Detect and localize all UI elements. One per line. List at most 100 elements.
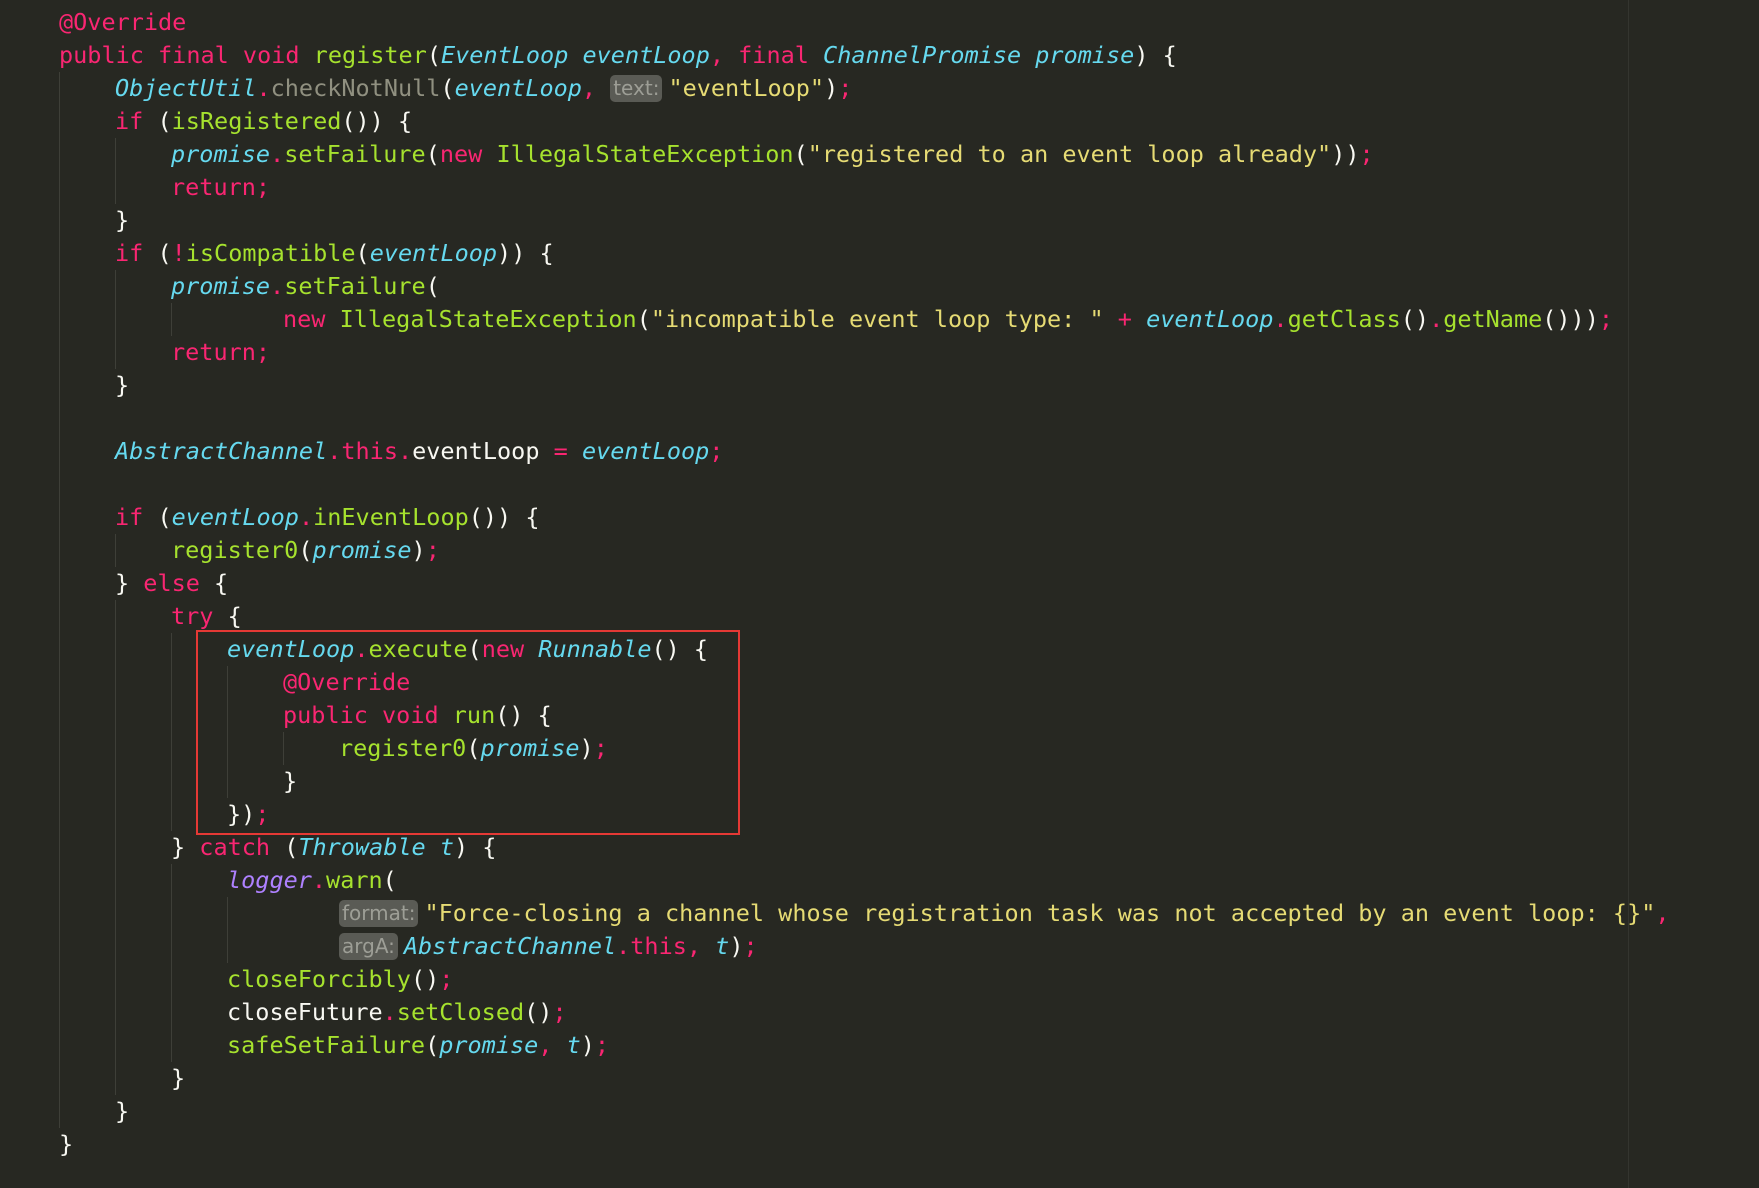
indent-guide-line [115,270,116,369]
punctuation-token: } [171,1064,186,1092]
punctuation-token: } [115,1097,130,1125]
parameter-token: t [715,932,730,960]
function-token: IllegalStateException [339,305,637,333]
type-token: AbstractChannel [403,932,617,960]
keyword-token: try [171,602,228,630]
parameter-token: promise [1035,41,1135,69]
code-line[interactable]: } [115,1095,129,1128]
indent-guide-line [115,534,116,567]
operator-token: . [616,932,631,960]
code-line[interactable]: } [115,204,129,237]
code-line[interactable]: safeSetFailure(promise, t); [227,1029,609,1062]
code-line[interactable]: public final void register(EventLoop eve… [59,39,1177,72]
punctuation-token: )) { [497,239,554,267]
code-line[interactable]: return; [171,336,270,369]
identifier-token: closeFuture [227,998,383,1026]
code-line[interactable]: if (!isCompatible(eventLoop)) { [115,237,554,270]
punctuation-token: ( [284,833,299,861]
code-line[interactable]: } else { [115,567,228,600]
code-line[interactable]: @Override [59,6,186,39]
code-line[interactable]: } catch (Throwable t) { [171,831,496,864]
code-line[interactable]: AbstractChannel.this.eventLoop = eventLo… [115,435,723,468]
code-line[interactable]: new IllegalStateException("incompatible … [283,303,1613,336]
punctuation-token: ( [426,41,442,69]
operator-token: = [539,437,582,465]
operator-token: + [1103,305,1147,333]
code-line[interactable]: promise.setFailure(new IllegalStateExcep… [171,138,1374,171]
operator-token: , [538,1031,567,1059]
keyword-token: if [115,239,158,267]
identifier-token: eventLoop [412,437,540,465]
punctuation-token: ())) [1542,305,1599,333]
operator-token: , [686,932,716,960]
keyword-token: else [143,569,215,597]
operator-token: , [1655,899,1670,927]
function-token: IllegalStateException [496,140,794,168]
operator-token: ; [552,998,567,1026]
keyword-token: public final void [59,41,314,69]
code-line[interactable]: promise.setFailure( [171,270,440,303]
static-field-token: logger [227,866,312,894]
parameter-token: promise [439,1031,539,1059]
operator-token: . [397,437,413,465]
code-line[interactable]: if (isRegistered()) { [115,105,412,138]
function-token: safeSetFailure [227,1031,426,1059]
type-token: EventLoop [441,41,569,69]
punctuation-token: ( [425,140,440,168]
punctuation-token: ( [157,107,172,135]
code-line[interactable]: } [59,1128,73,1161]
indent-guide-line [115,600,116,1095]
code-line[interactable]: argA: AbstractChannel.this, t); [339,930,758,963]
punctuation-token: ) [580,1031,595,1059]
indent-guide-line [171,303,172,336]
parameter-token: eventLoop [454,74,582,102]
punctuation-token: ) [824,74,839,102]
operator-token: ; [255,173,271,201]
string-token: "eventLoop" [668,74,825,102]
punctuation-token: ( [157,239,172,267]
indent-guide-line [115,138,116,204]
right-margin-guide [1628,0,1629,1188]
code-editor[interactable]: @Override public final void register(Even… [0,0,1759,1188]
code-line[interactable]: closeForcibly(); [227,963,453,996]
operator-token: . [382,998,397,1026]
code-line[interactable]: closeFuture.setClosed(); [227,996,567,1029]
parameter-token: t [439,833,454,861]
punctuation-token: () [1400,305,1430,333]
operator-token: ; [709,437,724,465]
string-token: "incompatible event loop type: " [650,305,1104,333]
indent-guide-line [171,633,172,831]
string-token: "registered to an event loop already" [807,140,1332,168]
operator-token: . [256,74,271,102]
keyword-token: this [630,932,687,960]
inlay-hint: text: [610,75,663,102]
parameter-token: eventLoop [1146,305,1274,333]
keyword-token: catch [199,833,285,861]
operator-token: . [298,503,314,531]
function-token: register [313,41,427,69]
code-line[interactable]: register0(promise); [171,534,440,567]
code-line[interactable]: format: "Force-closing a channel whose re… [339,897,1670,930]
parameter-token: eventLoop [369,239,498,267]
function-token: isCompatible [185,239,356,267]
operator-token: . [1273,305,1288,333]
code-line[interactable]: logger.warn( [227,864,397,897]
code-line[interactable]: try { [171,600,242,633]
code-line[interactable]: return; [171,171,270,204]
punctuation-token: ) { [1134,41,1177,69]
code-line[interactable]: if (eventLoop.inEventLoop()) { [115,501,540,534]
function-token: setFailure [284,272,426,300]
code-line[interactable]: ObjectUtil.checkNotNull(eventLoop, text:… [115,72,852,105]
parameter-token: eventLoop [582,41,710,69]
highlight-box [196,630,740,835]
operator-token: ; [594,1031,610,1059]
punctuation-token [568,41,582,69]
punctuation-token: ()) { [468,503,540,531]
punctuation-token: )) [1331,140,1360,168]
indent-guide-line [171,864,172,1062]
code-line[interactable]: } [171,1062,185,1095]
punctuation-token: } [171,833,200,861]
operator-token: ; [439,965,454,993]
parameter-token: t [566,1031,581,1059]
code-line[interactable]: } [115,369,129,402]
